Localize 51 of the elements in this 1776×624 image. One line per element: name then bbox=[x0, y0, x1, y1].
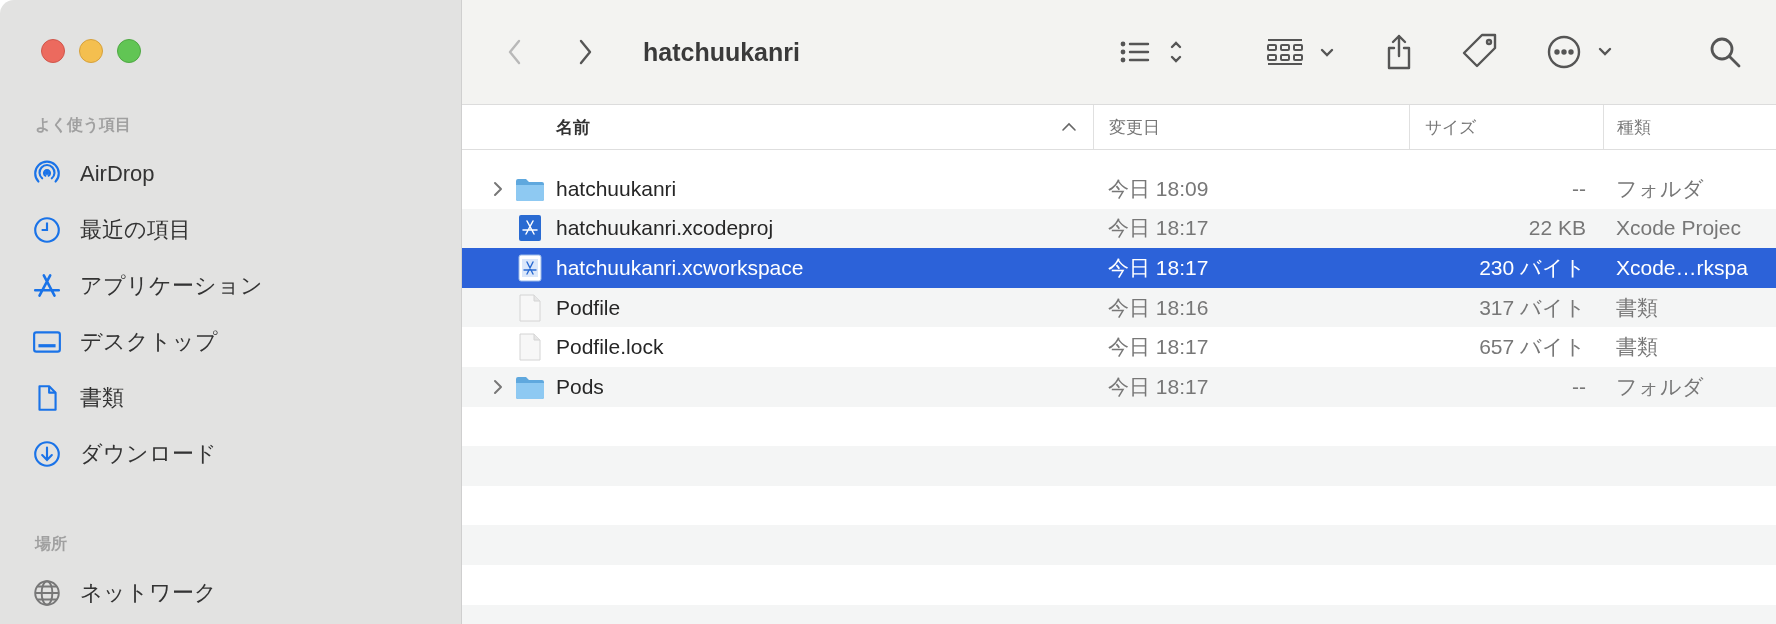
sidebar-section-header: よく使う項目 bbox=[35, 115, 132, 136]
file-kind: フォルダ bbox=[1616, 373, 1704, 400]
search-icon[interactable] bbox=[1708, 35, 1742, 69]
file-name: Pods bbox=[556, 374, 604, 399]
clock-icon bbox=[32, 215, 62, 245]
file-size: -- bbox=[1572, 374, 1586, 399]
file-name: hatchuukanri bbox=[556, 176, 677, 201]
file-size: 22 KB bbox=[1528, 216, 1586, 241]
file-name: Podfile.lock bbox=[556, 335, 664, 360]
file-kind: 書類 bbox=[1616, 334, 1658, 361]
modified-date: 今日 18:09 bbox=[1108, 175, 1209, 202]
file-size: 317 バイト bbox=[1479, 294, 1586, 321]
file-kind: 書類 bbox=[1616, 294, 1658, 321]
disclosure-chevron-icon[interactable] bbox=[493, 378, 503, 395]
file-size: 657 バイト bbox=[1479, 334, 1586, 361]
sidebar-item[interactable]: 最近の項目 bbox=[32, 202, 441, 258]
sidebar-item[interactable]: デスクトップ bbox=[32, 314, 441, 370]
column-header[interactable]: 変更日 bbox=[1093, 105, 1409, 149]
file-row[interactable]: Pods 今日 18:17 -- フォルダ bbox=[462, 366, 1776, 407]
modified-date: 今日 18:17 bbox=[1108, 334, 1209, 361]
modified-date: 今日 18:17 bbox=[1108, 373, 1209, 400]
file-kind: Xcode Projec bbox=[1616, 216, 1741, 241]
file-row[interactable]: hatchuukanri.xcworkspace 今日 18:17 230 バイト Xcode…rkspa bbox=[462, 248, 1776, 288]
globe-icon bbox=[32, 578, 62, 608]
file-row[interactable]: Podfile 今日 18:16 317 バイト 書類 bbox=[462, 287, 1776, 328]
column-header[interactable]: 種類 bbox=[1603, 105, 1776, 149]
sidebar-item[interactable]: アプリケーション bbox=[32, 258, 441, 314]
sort-chevron-icon bbox=[1061, 122, 1077, 132]
window-close-button[interactable] bbox=[41, 39, 65, 63]
window-title: hatchuukanri bbox=[643, 37, 800, 67]
modified-date: 今日 18:17 bbox=[1108, 215, 1209, 242]
sidebar-section-header: 場所 bbox=[35, 534, 68, 554]
sidebar-item[interactable]: ダウンロード bbox=[32, 426, 441, 482]
sidebar-item[interactable]: 書類 bbox=[32, 370, 441, 426]
modified-date: 今日 18:17 bbox=[1108, 255, 1209, 281]
sidebar-item[interactable]: AirDrop bbox=[32, 146, 441, 202]
file-name: Podfile bbox=[556, 295, 621, 320]
disclosure-chevron-icon[interactable] bbox=[493, 180, 503, 197]
forward-icon[interactable] bbox=[577, 38, 593, 66]
file-name: hatchuukanri.xcodeproj bbox=[556, 216, 774, 241]
modified-date: 今日 18:16 bbox=[1108, 294, 1209, 321]
sidebar-item[interactable]: ネットワーク bbox=[32, 565, 441, 621]
file-size: -- bbox=[1572, 176, 1586, 201]
file-row[interactable]: hatchuukanri.xcodeproj 今日 18:17 22 KB Xcode Projec bbox=[462, 208, 1776, 249]
download-icon bbox=[32, 439, 62, 469]
file-kind: Xcode…rkspa bbox=[1616, 256, 1748, 280]
file-size: 230 バイト bbox=[1479, 255, 1586, 281]
file-kind: フォルダ bbox=[1616, 175, 1704, 202]
file-name: hatchuukanri.xcworkspace bbox=[556, 256, 804, 280]
column-header[interactable]: サイズ bbox=[1409, 105, 1603, 149]
column-header[interactable]: 名前 bbox=[462, 105, 1093, 149]
